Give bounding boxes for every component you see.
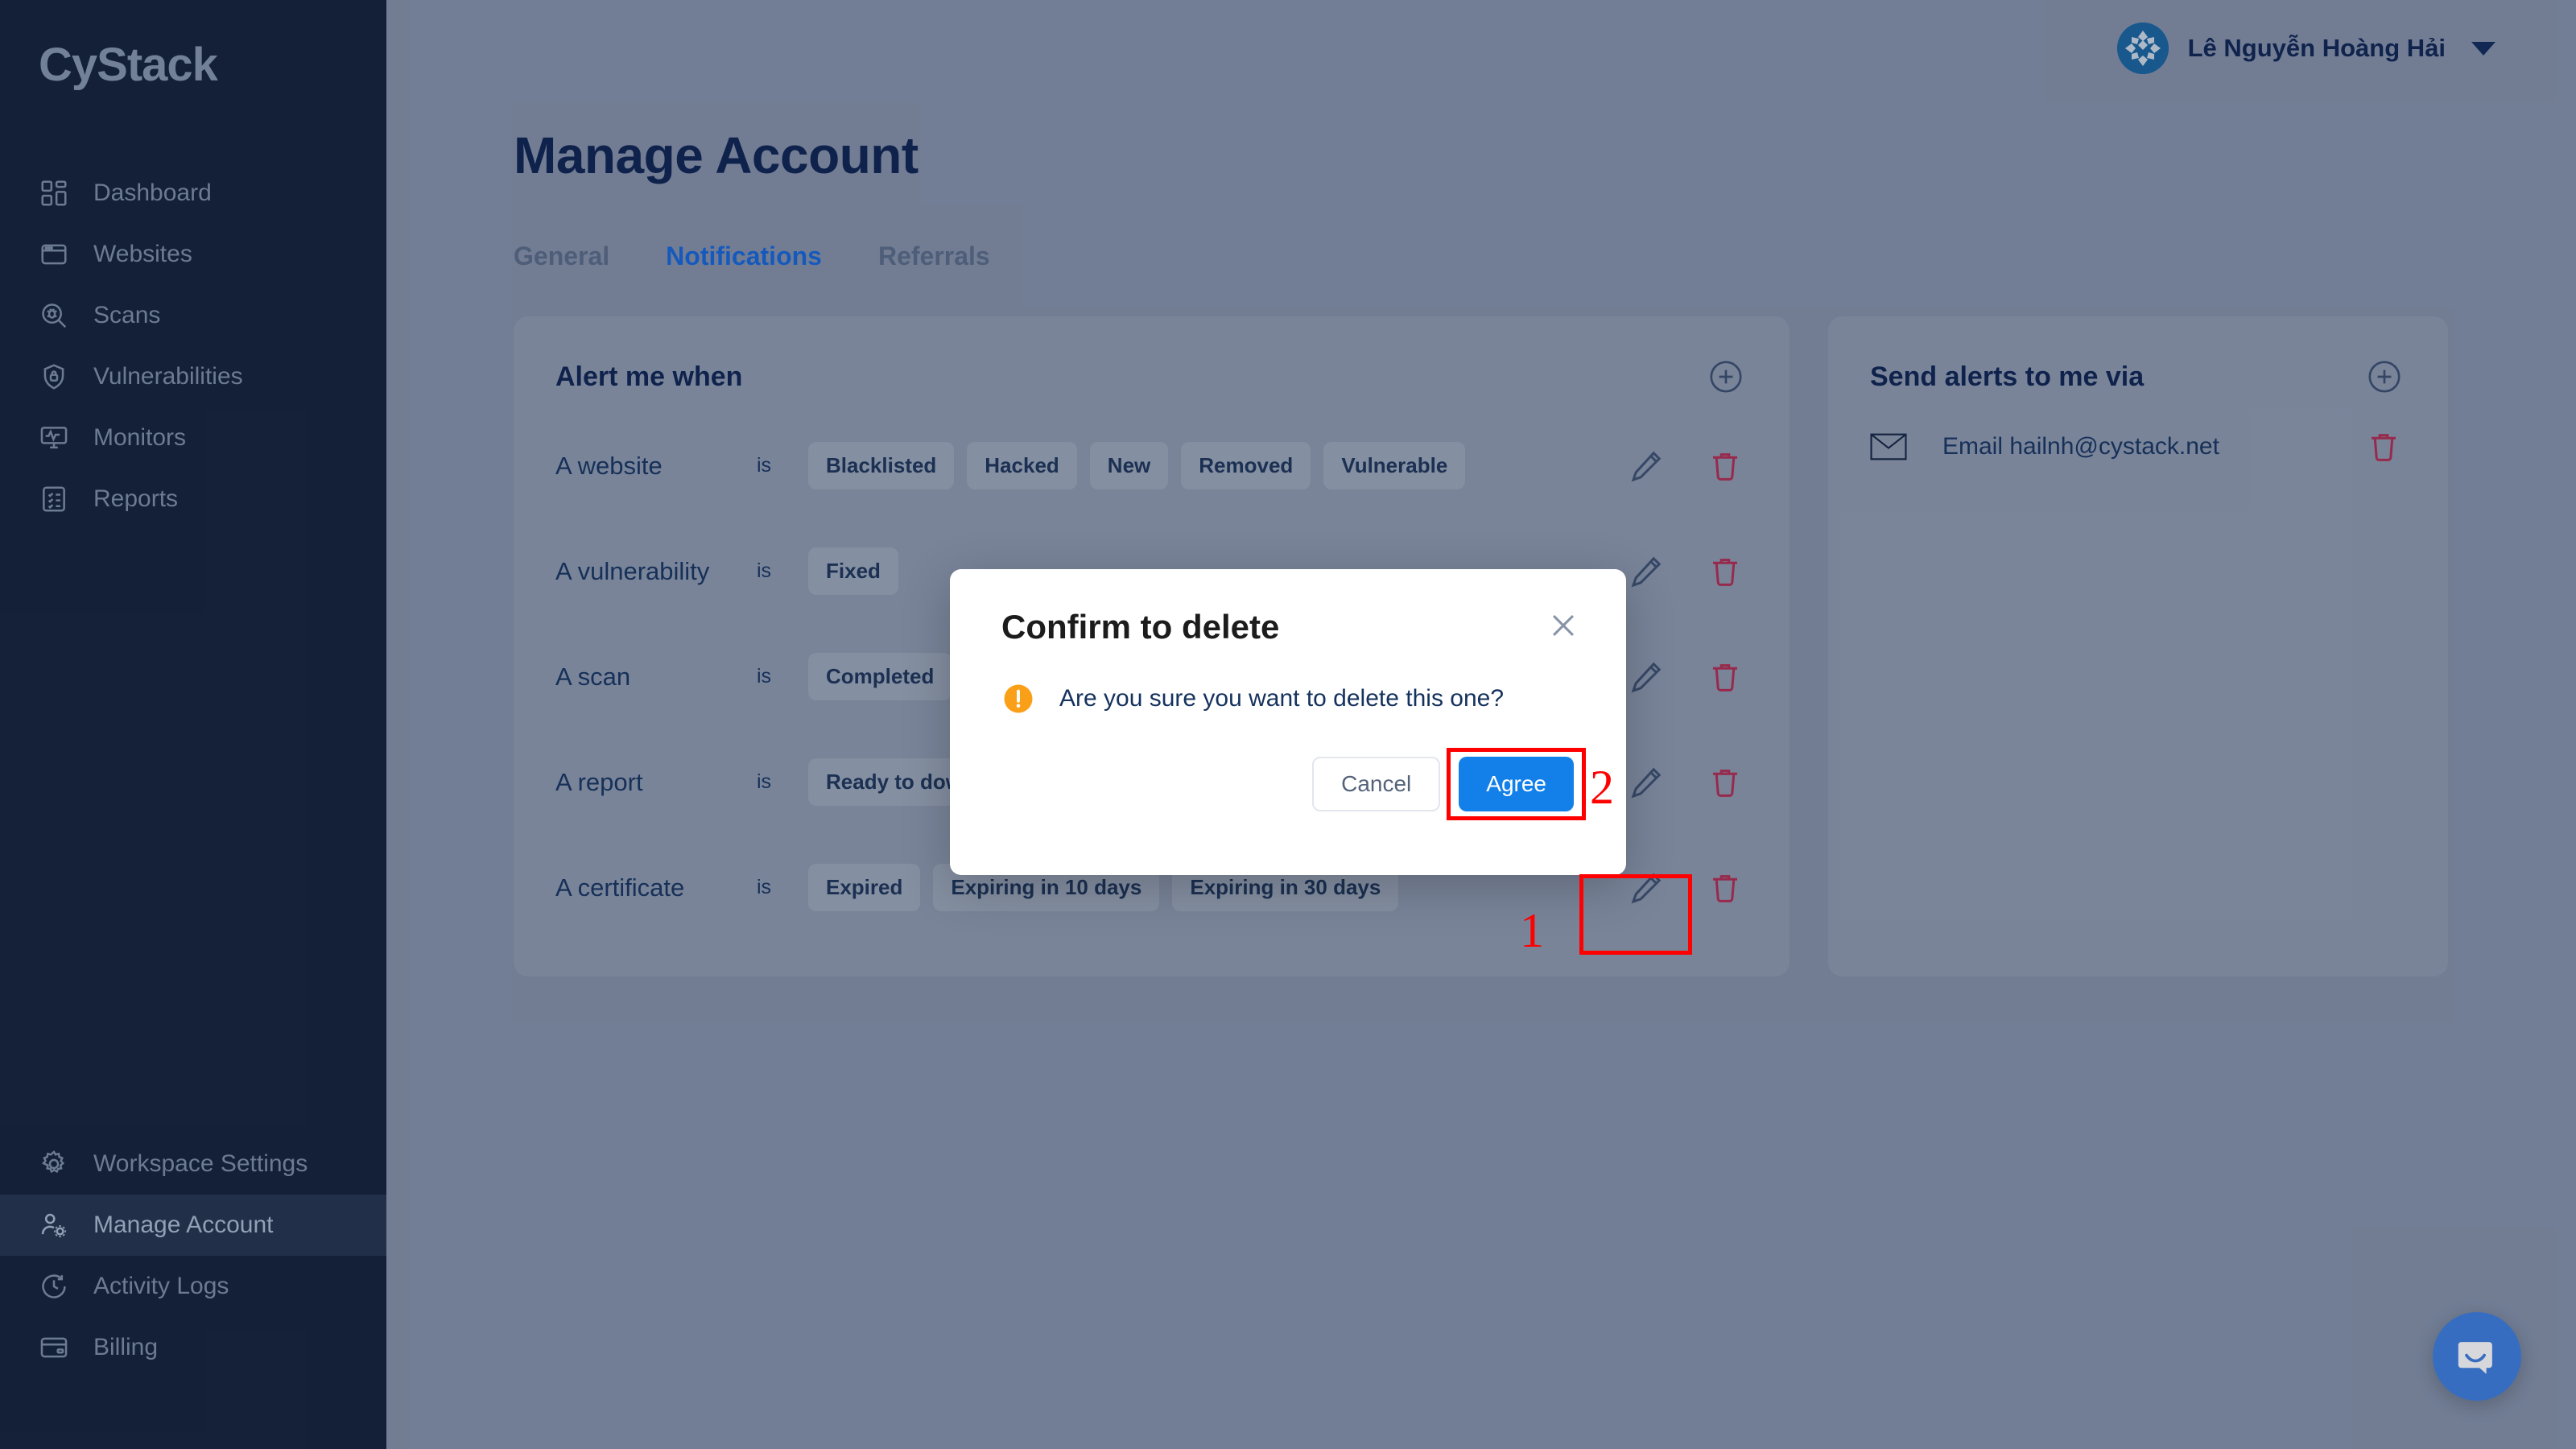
modal-body: Are you sure you want to delete this one… [950,646,1626,716]
annotation-box-certificate-edit [1579,874,1692,955]
modal-footer: Cancel Agree [950,716,1626,820]
app-root: CyStack Dashboard Websites Scans Vulnera… [0,0,2576,1449]
modal-message: Are you sure you want to delete this one… [1059,685,1505,712]
annotation-number-1: 1 [1520,904,1544,957]
agree-button-highlight: Agree [1447,748,1586,820]
agree-button[interactable]: Agree [1459,757,1574,811]
cancel-button[interactable]: Cancel [1312,757,1441,811]
annotation-number-2: 2 [1590,761,1614,814]
modal-title: Confirm to delete [1001,608,1280,646]
confirm-delete-modal: Confirm to delete Are you sure you want … [950,569,1626,875]
warning-exclamation-icon [1001,682,1035,716]
modal-header: Confirm to delete [950,569,1626,646]
close-x-icon[interactable] [1546,608,1581,643]
